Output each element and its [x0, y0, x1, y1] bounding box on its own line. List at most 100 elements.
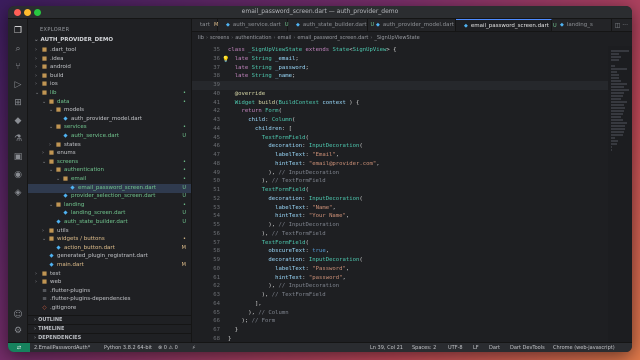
- minimap-line: [611, 59, 619, 61]
- minimap-line: [611, 128, 625, 130]
- tree-item-label: authentication: [64, 167, 104, 174]
- status-left-item[interactable]: 2.EmailPasswordAuth*: [34, 343, 90, 352]
- code-token: ,: [325, 248, 330, 255]
- code-token: hintText: [275, 160, 303, 167]
- breadcrumb-item[interactable]: email_password_screen.dart: [297, 35, 368, 41]
- tree-item-label: email: [71, 176, 87, 182]
- settings-icon[interactable]: ⚙: [12, 325, 24, 337]
- code-text: child: Column(: [228, 116, 295, 125]
- code-token: );: [228, 318, 252, 325]
- editor-tab[interactable]: ◆ auth_provider_model.dart: [368, 19, 456, 31]
- breadcrumb-item[interactable]: lib: [198, 35, 204, 41]
- line-number: 50: [213, 178, 220, 185]
- breadcrumb-item[interactable]: authentication: [235, 35, 271, 41]
- code-text: ), // InputDecoration: [228, 282, 339, 291]
- files-icon[interactable]: ❐: [12, 25, 24, 37]
- minimap[interactable]: [608, 46, 632, 342]
- account-icon[interactable]: ☺: [12, 309, 24, 321]
- status-right-item[interactable]: Ln 39, Col 21: [370, 343, 403, 352]
- project-root[interactable]: ⌄ AUTH_PROVIDER_DEMO: [34, 37, 113, 43]
- source-control-icon[interactable]: ⑂: [12, 61, 24, 73]
- minimap-line: [611, 116, 621, 118]
- editor-tab[interactable]: ◆ auth_state_builder.dart U: [288, 19, 374, 31]
- docker-icon[interactable]: ◉: [12, 169, 24, 181]
- minimap-line: [611, 119, 623, 121]
- tree-item-label: data: [57, 98, 70, 105]
- dependencies-section[interactable]: › DEPENDENCIES: [28, 333, 191, 342]
- editor-tab[interactable]: ◆ email_password_screen.dart U: [456, 19, 557, 31]
- editor-tab[interactable]: ◆ landing_s: [552, 19, 612, 31]
- line-number: 37: [213, 64, 220, 71]
- status-right-item[interactable]: LF: [473, 343, 479, 352]
- testing-icon[interactable]: ⚗: [12, 133, 24, 145]
- code-token: ,: [345, 265, 350, 272]
- lightbulb-icon[interactable]: 💡: [222, 56, 229, 63]
- tab-status-badge: U: [370, 22, 375, 28]
- breadcrumb-separator-icon: ›: [205, 35, 208, 41]
- breadcrumb-separator-icon: ›: [293, 35, 296, 41]
- code-token: ),: [228, 230, 272, 237]
- code-text: late String _email;: [228, 55, 299, 64]
- editor-tab[interactable]: ◆ auth_service.dart U: [218, 19, 289, 31]
- minimap-line: [611, 68, 627, 70]
- extensions-icon[interactable]: ⊞: [12, 97, 24, 109]
- code-token: :: [302, 195, 309, 202]
- remote-icon[interactable]: ▣: [12, 151, 24, 163]
- tab-status-badge: M: [213, 22, 219, 28]
- remote-indicator-icon[interactable]: ⇄: [8, 343, 30, 352]
- git-icon[interactable]: ◈: [12, 187, 24, 199]
- code-token: obscureText: [268, 248, 306, 255]
- status-bar: ⇄ 2.EmailPasswordAuth* Python 3.8.2 64-bi…: [8, 342, 632, 352]
- code-line: 47 labelText: "Email",: [192, 151, 632, 160]
- line-number: 35: [213, 47, 220, 53]
- editor-pane: ◆ landing_s ◆ email_password_screen.dart U ◆ a…: [192, 19, 632, 342]
- code-text: TextFormField(: [228, 134, 309, 143]
- code-text: late String _password;: [228, 64, 309, 73]
- status-right-item[interactable]: Dart DevTools: [510, 343, 545, 352]
- status-right-item[interactable]: Spaces: 2: [412, 343, 436, 352]
- timeline-section[interactable]: › TIMELINE: [28, 324, 191, 333]
- tree-item-label: screens: [57, 158, 79, 165]
- code-line: 57 TextFormField(: [192, 239, 632, 248]
- flutter-icon[interactable]: ◆: [12, 115, 24, 127]
- search-icon[interactable]: ⌕: [12, 43, 24, 55]
- line-number: 66: [213, 318, 220, 325]
- status-left-item[interactable]: Python 3.8.2 64-bit: [104, 343, 152, 352]
- editor-tab[interactable]: tart M: [192, 19, 219, 31]
- outline-section[interactable]: › OUTLINE: [28, 315, 191, 324]
- code-token: // TextFormField: [271, 292, 326, 298]
- tree-item-label: utils: [57, 227, 69, 234]
- code-line: 63 ), // TextFormField: [192, 291, 632, 300]
- status-right-item[interactable]: Dart: [489, 343, 500, 352]
- code-line: 55 ), // InputDecoration: [192, 221, 632, 230]
- tree-item-label: states: [64, 141, 81, 148]
- code-token: late: [234, 64, 252, 71]
- code-editor[interactable]: 35 class _SignUpViewState extends State<S…: [192, 46, 632, 342]
- code-token: ,: [335, 152, 340, 158]
- tab-label: tart: [200, 22, 210, 28]
- code-token: ),: [228, 292, 272, 298]
- status-left-item[interactable]: ⚡: [192, 343, 196, 352]
- breadcrumb-item[interactable]: email: [278, 35, 292, 41]
- tree-item-label: models: [64, 107, 84, 114]
- code-line: 61 hintText: "password",: [192, 274, 632, 283]
- status-left-item[interactable]: ⊗ 0 ⚠ 0: [158, 343, 178, 352]
- status-right-item[interactable]: Chrome (web-javascript): [553, 343, 615, 352]
- code-text: TextFormField(: [228, 186, 309, 195]
- line-number: 39: [213, 82, 220, 88]
- code-token: ;: [305, 64, 309, 71]
- status-right-item[interactable]: UTF-8: [448, 343, 463, 352]
- more-actions-icon[interactable]: ◫ ···: [615, 19, 628, 31]
- tree-item-label: enums: [57, 150, 76, 157]
- breadcrumb-item[interactable]: _SignUpViewState: [374, 35, 419, 41]
- run-debug-icon[interactable]: ▷: [12, 79, 24, 91]
- breadcrumb-item[interactable]: screens: [210, 35, 229, 41]
- line-number: 45: [213, 134, 220, 141]
- tree-file[interactable]: ◇ .gitignore: [28, 304, 191, 313]
